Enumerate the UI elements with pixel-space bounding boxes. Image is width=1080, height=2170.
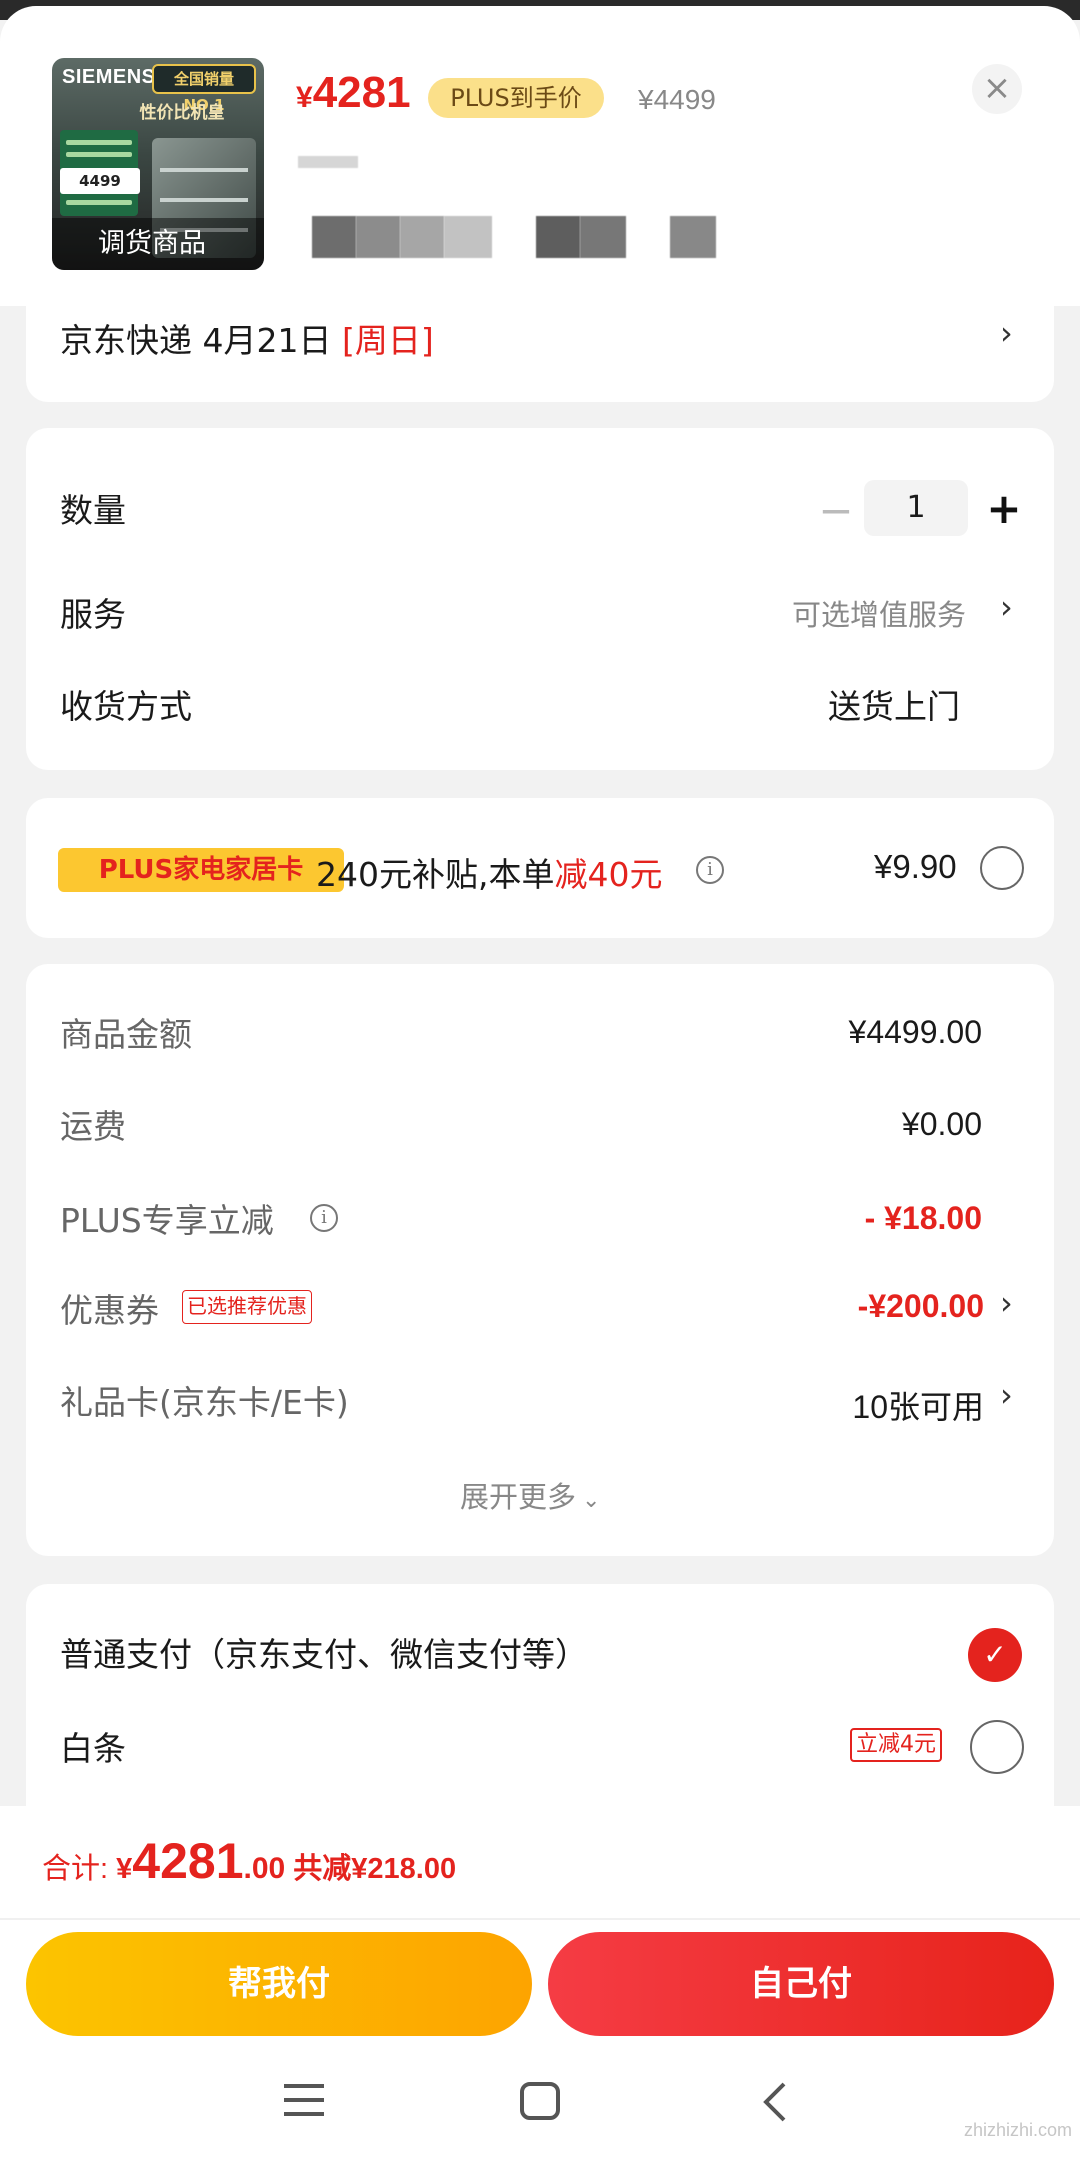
gift-card-value[interactable]: 10张可用 bbox=[852, 1382, 984, 1428]
quantity-input[interactable]: 1 bbox=[864, 480, 968, 536]
close-icon[interactable]: × bbox=[972, 64, 1022, 114]
redacted-spec bbox=[312, 216, 356, 258]
divider bbox=[0, 1918, 1080, 1920]
shipping-method-value[interactable]: 送货上门 bbox=[828, 680, 960, 728]
transfer-goods-label: 调货商品 bbox=[52, 218, 264, 270]
coupon-label: 优惠券 bbox=[60, 1291, 159, 1330]
expand-more-button[interactable]: 展开更多 ⌄ bbox=[460, 1474, 600, 1516]
redacted-spec bbox=[356, 216, 400, 258]
chevron-right-icon: › bbox=[1000, 314, 1013, 352]
plus-discount-value: - ¥18.00 bbox=[864, 1200, 982, 1236]
redacted-spec bbox=[444, 216, 492, 258]
delivery-label: 京东快递 4月21日 [周日] bbox=[60, 321, 434, 360]
goods-amount-label: 商品金额 bbox=[60, 1015, 192, 1054]
self-pay-button[interactable]: 自己付 bbox=[548, 1932, 1054, 2036]
thumbnail-price: 4499 bbox=[60, 168, 140, 194]
product-sheet: SIEMENS 全国销量NO.1 性价比机皇 4499 调货商品 ¥4281 P… bbox=[0, 6, 1080, 306]
delivery-day: [周日] bbox=[341, 321, 434, 360]
check-icon[interactable]: ✓ bbox=[968, 1628, 1022, 1682]
back-icon[interactable] bbox=[752, 2080, 800, 2128]
payment-option-normal[interactable]: 普通支付（京东支付、微信支付等） bbox=[60, 1628, 588, 1676]
payment-method-card: 普通支付（京东支付、微信支付等） ✓ 白条 立减4元 bbox=[26, 1584, 1054, 1844]
plus-card-description: 240元补贴,本单减40元 bbox=[316, 855, 663, 894]
order-total: 合计: ¥4281.00 共减¥218.00 bbox=[42, 1833, 457, 1889]
goods-amount-value: ¥4499.00 bbox=[848, 1014, 982, 1050]
quantity-increase-button[interactable]: + bbox=[984, 488, 1024, 530]
shipping-method-label: 收货方式 bbox=[60, 687, 192, 726]
brand-logo: SIEMENS bbox=[62, 66, 156, 88]
product-slogan: 性价比机皇 bbox=[139, 103, 225, 123]
delivery-row[interactable]: 京东快递 4月21日 [周日] › bbox=[26, 306, 1054, 402]
plus-card-tag: PLUS家电家居卡 bbox=[58, 848, 344, 892]
help-pay-button[interactable]: 帮我付 bbox=[26, 1932, 532, 2036]
plus-card-price: ¥9.90 bbox=[874, 848, 957, 885]
chevron-right-icon: › bbox=[1000, 1376, 1013, 1414]
plus-discount-label: PLUS专享立减 bbox=[60, 1201, 274, 1240]
plus-price-tag: PLUS到手价 bbox=[428, 78, 604, 118]
payment-option-baitiao[interactable]: 白条 bbox=[60, 1722, 126, 1770]
original-price: ¥4499 bbox=[638, 84, 716, 115]
redacted-spec bbox=[536, 216, 580, 258]
product-thumbnail: SIEMENS 全国销量NO.1 性价比机皇 4499 调货商品 bbox=[52, 58, 264, 270]
gift-card-label: 礼品卡(京东卡/E卡) bbox=[60, 1383, 349, 1422]
redacted-spec bbox=[670, 216, 716, 258]
product-price: ¥4281 bbox=[296, 68, 411, 117]
service-label: 服务 bbox=[60, 595, 126, 634]
coupon-value[interactable]: -¥200.00 bbox=[858, 1288, 984, 1325]
price-summary-card: 商品金额 ¥4499.00 运费 ¥0.00 PLUS专享立减 i - ¥18.… bbox=[26, 964, 1054, 1556]
chevron-right-icon: › bbox=[1000, 588, 1013, 626]
shipping-fee-value: ¥0.00 bbox=[901, 1106, 982, 1142]
chevron-down-icon: ⌄ bbox=[582, 1488, 601, 1513]
order-options-card: 数量 − 1 + 服务 可选增值服务 › 收货方式 送货上门 bbox=[26, 428, 1054, 770]
watermark: zhizhizhi.com bbox=[963, 2120, 1072, 2140]
baitiao-radio[interactable] bbox=[970, 1720, 1024, 1774]
home-icon[interactable] bbox=[516, 2080, 564, 2126]
info-icon[interactable]: i bbox=[310, 1204, 338, 1232]
menu-icon[interactable] bbox=[280, 2080, 328, 2124]
shipping-fee-label: 运费 bbox=[60, 1107, 126, 1146]
baitiao-discount-tag: 立减4元 bbox=[850, 1728, 942, 1762]
sales-badge: 全国销量NO.1 bbox=[152, 64, 256, 114]
plus-card-offer: PLUS家电家居卡 240元补贴,本单减40元 i ¥9.90 bbox=[26, 798, 1054, 938]
quantity-decrease-button[interactable]: − bbox=[816, 490, 856, 532]
redacted-spec bbox=[298, 156, 358, 168]
service-value[interactable]: 可选增值服务 bbox=[792, 592, 966, 634]
quantity-label: 数量 bbox=[60, 491, 126, 530]
redacted-spec bbox=[400, 216, 444, 258]
plus-card-radio[interactable] bbox=[980, 846, 1024, 890]
info-icon[interactable]: i bbox=[696, 856, 724, 884]
coupon-recommended-tag: 已选推荐优惠 bbox=[182, 1290, 312, 1324]
redacted-spec bbox=[580, 216, 626, 258]
chevron-right-icon: › bbox=[1000, 1284, 1013, 1322]
